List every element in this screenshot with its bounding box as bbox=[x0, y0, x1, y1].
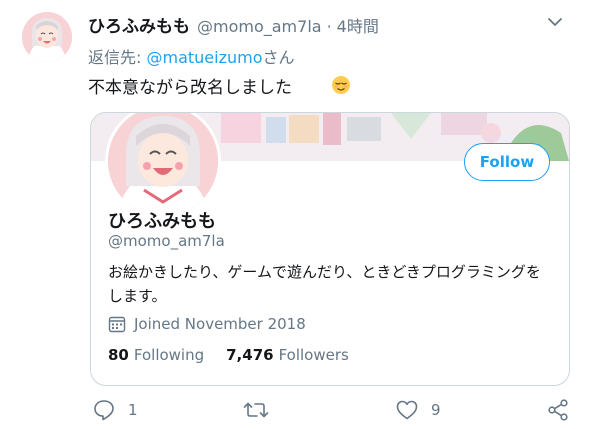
card-display-name[interactable]: ひろふみもも bbox=[108, 207, 216, 233]
retweet-icon[interactable] bbox=[243, 398, 269, 422]
card-avatar[interactable] bbox=[105, 113, 221, 219]
joined-date: Joined November 2018 bbox=[108, 315, 306, 333]
reply-action[interactable]: 1 bbox=[92, 398, 138, 422]
like-action[interactable]: 9 bbox=[395, 398, 441, 422]
card-bio: お絵かきしたり、ゲームで遊んだり、ときどきプログラミングをします。 bbox=[108, 263, 541, 305]
relieved-face-icon bbox=[331, 75, 351, 95]
like-count: 9 bbox=[431, 401, 441, 419]
joined-text: Joined November 2018 bbox=[134, 315, 306, 333]
reply-prefix: 返信先: bbox=[88, 48, 147, 67]
separator-dot: · bbox=[326, 17, 332, 36]
retweet-action[interactable] bbox=[243, 398, 281, 422]
reply-icon[interactable] bbox=[92, 398, 116, 422]
tweet-timestamp[interactable]: 4時間 bbox=[337, 13, 379, 37]
tweet-header: ひろふみもも @momo_am7la · 4時間 bbox=[88, 12, 379, 37]
reply-suffix: さん bbox=[262, 48, 295, 67]
follow-button[interactable]: Follow bbox=[464, 143, 550, 181]
followers-count[interactable]: 7,476 bbox=[226, 346, 273, 364]
calendar-icon bbox=[108, 316, 126, 333]
followers-label[interactable]: Followers bbox=[279, 346, 349, 364]
profile-card[interactable]: Follow ひろふみもも @momo_am7la お絵かきしたり、ゲームで遊ん… bbox=[90, 112, 570, 386]
following-count[interactable]: 80 bbox=[108, 346, 129, 364]
share-action[interactable] bbox=[546, 398, 570, 422]
card-handle[interactable]: @momo_am7la bbox=[108, 232, 225, 250]
following-label[interactable]: Following bbox=[134, 346, 204, 364]
reply-context: 返信先: @matueizumoさん bbox=[88, 44, 295, 68]
follow-stats: 80 Following 7,476 Followers bbox=[108, 346, 349, 364]
share-icon[interactable] bbox=[546, 398, 570, 422]
heart-icon[interactable] bbox=[395, 398, 419, 422]
author-avatar[interactable] bbox=[22, 12, 72, 62]
reply-count: 1 bbox=[128, 401, 138, 419]
author-handle[interactable]: @momo_am7la bbox=[197, 17, 322, 36]
reply-mention-link[interactable]: @matueizumo bbox=[146, 48, 262, 67]
chevron-down-icon[interactable] bbox=[547, 14, 563, 30]
author-name[interactable]: ひろふみもも bbox=[88, 12, 190, 37]
tweet-text: 不本意ながら改名しました bbox=[88, 78, 292, 98]
